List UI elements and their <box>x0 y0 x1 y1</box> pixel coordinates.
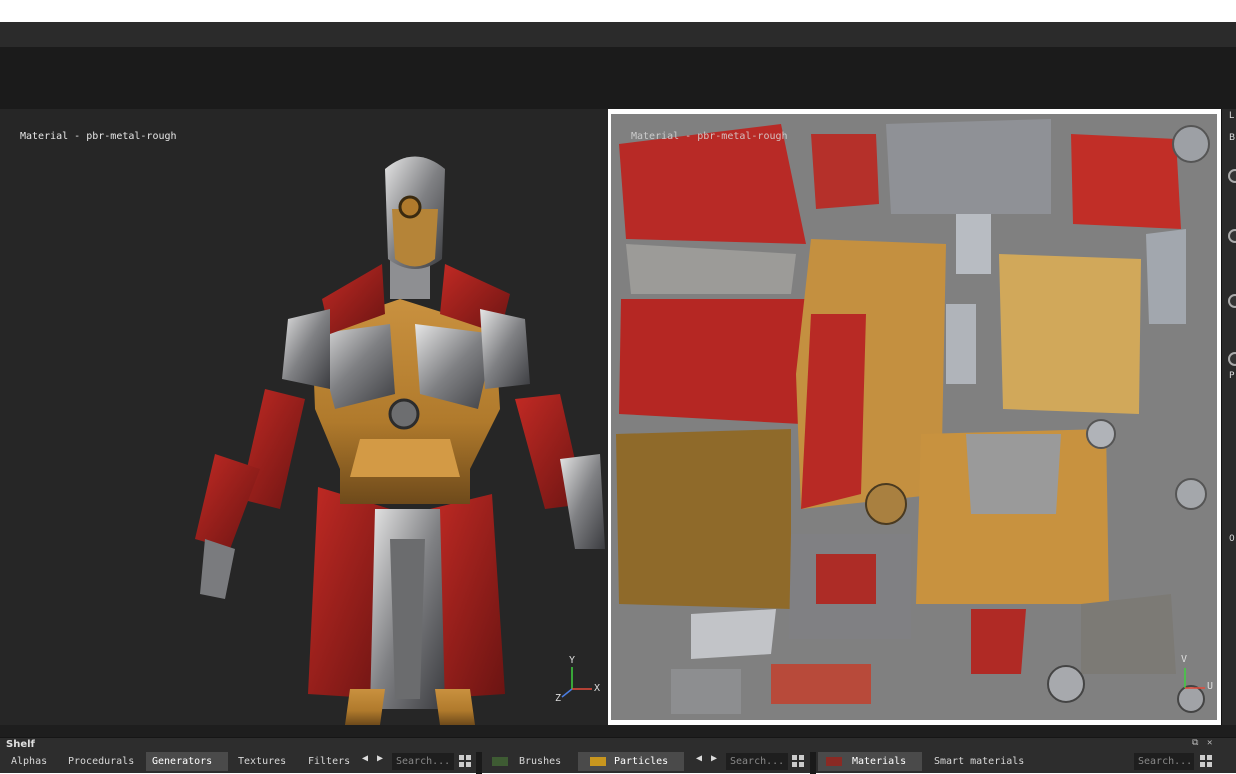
viewport-2d-label: Material - pbr-metal-rough <box>631 131 788 142</box>
middle-search-input[interactable]: Search... <box>726 753 788 770</box>
tab-materials[interactable]: Materials <box>818 752 922 771</box>
close-icon[interactable]: ✕ <box>1207 738 1212 748</box>
axis-v-label: V <box>1181 654 1188 665</box>
tab-smart-materials[interactable]: Smart materials <box>928 752 1038 771</box>
radio-button[interactable] <box>1228 229 1236 243</box>
tab-materials-label: Materials <box>852 756 907 767</box>
tab-particles[interactable]: Particles <box>578 752 684 771</box>
blend-letter: B <box>1229 133 1236 143</box>
radio-button[interactable] <box>1228 352 1236 366</box>
scroll-left-icon[interactable]: ◀ <box>362 753 368 764</box>
grid-view-icon[interactable] <box>1200 755 1212 767</box>
viewport-2d[interactable]: Material - pbr-metal-rough V U <box>611 114 1217 720</box>
viewport-3d[interactable]: Material - pbr-metal-rough Y X Z <box>0 109 608 725</box>
toolbar <box>0 47 1236 109</box>
right-search-input[interactable]: Search... <box>1134 753 1194 770</box>
slider-value: 0 <box>1229 534 1235 544</box>
menu-bar <box>0 22 1236 47</box>
divider <box>476 752 482 774</box>
tab-brushes[interactable]: Brushes <box>485 752 575 771</box>
scroll-right-icon[interactable]: ▶ <box>377 753 383 764</box>
materials-color-swatch <box>826 757 842 766</box>
divider <box>810 752 816 774</box>
grid-view-icon[interactable] <box>459 755 471 767</box>
tab-filters[interactable]: Filters <box>302 752 358 771</box>
axis-z-label: Z <box>555 693 562 704</box>
axis-x-label: X <box>594 683 601 694</box>
scroll-left-icon[interactable]: ◀ <box>696 753 702 764</box>
grid-view-icon[interactable] <box>792 755 804 767</box>
armor-model-3d <box>195 156 605 725</box>
radio-button[interactable] <box>1228 169 1236 183</box>
scroll-right-icon[interactable]: ▶ <box>711 753 717 764</box>
tab-particles-label: Particles <box>614 756 669 767</box>
tab-alphas[interactable]: Alphas <box>5 752 60 771</box>
axis-gizmo-2d: V U <box>1173 654 1217 694</box>
tab-brushes-label: Brushes <box>519 756 562 767</box>
shelf-panel: Shelf ⧉ ✕ Alphas Procedurals Generators … <box>0 737 1236 774</box>
shelf-title: Shelf <box>6 739 35 750</box>
tab-procedurals[interactable]: Procedurals <box>62 752 144 771</box>
brushes-color-swatch <box>492 757 508 766</box>
right-panel: L B P 0 <box>1221 109 1236 725</box>
tab-generators[interactable]: Generators <box>146 752 228 771</box>
tab-textures[interactable]: Textures <box>232 752 298 771</box>
properties-heading-letter: P <box>1229 371 1235 381</box>
left-search-input[interactable]: Search... <box>392 753 454 770</box>
axis-gizmo-3d: Y X Z <box>554 655 604 707</box>
axis-y-label: Y <box>569 655 576 666</box>
axis-u-label: U <box>1207 681 1214 692</box>
radio-button[interactable] <box>1228 294 1236 308</box>
title-bar <box>0 0 1236 22</box>
uv-texture-map <box>616 119 1210 714</box>
layers-heading-letter: L <box>1229 111 1235 121</box>
divider <box>0 725 1236 737</box>
particles-color-swatch <box>590 757 606 766</box>
float-icon[interactable]: ⧉ <box>1192 738 1198 748</box>
